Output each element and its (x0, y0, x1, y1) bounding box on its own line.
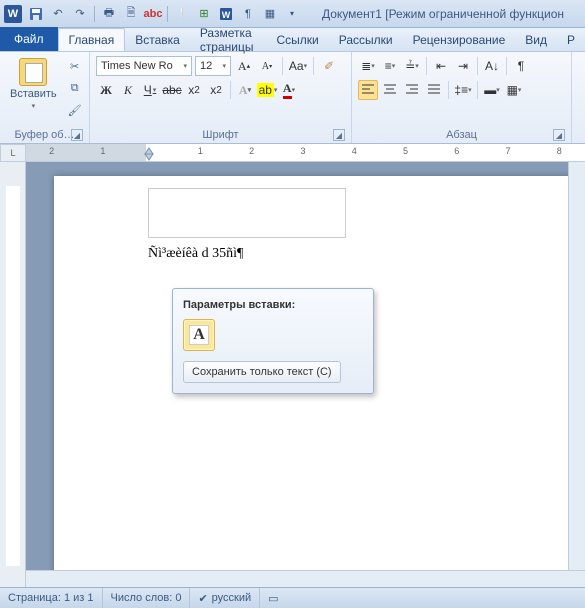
table-icon[interactable]: ▦ (260, 4, 280, 24)
numbering-icon[interactable]: ≡▾ (380, 56, 400, 76)
ribbon: Вставить ▾ ✂ ⧉ 🖌 Буфер об…◢ Times New Ro… (0, 52, 585, 144)
cut-icon[interactable]: ✂ (65, 56, 85, 76)
org-chart-icon[interactable]: ⊞ (194, 4, 214, 24)
paste-options-popup: Параметры вставки: A Сохранить только те… (172, 288, 374, 394)
status-word-count[interactable]: Число слов: 0 (103, 588, 191, 608)
line-spacing-icon[interactable]: ‡≡▾ (453, 80, 473, 100)
tab-extra[interactable]: Р (557, 28, 585, 51)
print-icon[interactable]: 🖶 (99, 4, 119, 24)
shrink-font-icon[interactable]: A▾ (257, 56, 277, 76)
tab-review[interactable]: Рецензирование (403, 28, 516, 51)
group-label-paragraph: Абзац◢ (358, 127, 565, 143)
bold-button[interactable]: Ж (96, 80, 116, 100)
strikethrough-icon[interactable]: abc (162, 80, 182, 100)
save-icon[interactable] (26, 4, 46, 24)
sort-icon[interactable]: A↓ (482, 56, 502, 76)
shading-icon[interactable]: ▬▾ (482, 80, 502, 100)
paste-option-keep-text[interactable]: A (183, 319, 215, 351)
underline-button[interactable]: Ч▾ (140, 80, 160, 100)
subscript-icon[interactable]: x2 (184, 80, 204, 100)
alert-icon[interactable]: ❕ (172, 4, 192, 24)
tab-mailings[interactable]: Рассылки (329, 28, 403, 51)
font-color-icon[interactable]: A▾ (279, 80, 299, 100)
tab-page-layout[interactable]: Разметка страницы (190, 28, 267, 51)
tab-references[interactable]: Ссылки (266, 28, 328, 51)
workspace: Ñì³æèíêà d 35ñì¶ Параметры вставки: A Со… (0, 162, 585, 587)
document-text[interactable]: Ñì³æèíêà d 35ñì¶ (148, 246, 346, 262)
group-label-font: Шрифт◢ (96, 127, 345, 143)
file-tab[interactable]: Файл (0, 27, 58, 51)
print-preview-icon[interactable]: 🗎 (121, 4, 141, 24)
spellcheck-icon[interactable]: abc (143, 4, 163, 24)
justify-icon[interactable] (424, 80, 444, 100)
format-painter-icon[interactable]: 🖌 (65, 100, 85, 120)
dialog-launcher-icon[interactable]: ◢ (71, 129, 83, 141)
italic-button[interactable]: К (118, 80, 138, 100)
group-clipboard: Вставить ▾ ✂ ⧉ 🖌 Буфер об…◢ (0, 52, 90, 143)
undo-icon[interactable]: ↶ (48, 4, 68, 24)
vertical-ruler[interactable] (0, 162, 26, 587)
increase-indent-icon[interactable]: ⇥ (453, 56, 473, 76)
show-marks-icon[interactable]: ¶ (511, 56, 531, 76)
tab-home[interactable]: Главная (58, 28, 126, 51)
text-effects-icon[interactable]: A▾ (235, 80, 255, 100)
word-doc-icon[interactable]: W (216, 4, 236, 24)
vertical-scrollbar[interactable] (568, 162, 585, 587)
bullets-icon[interactable]: ≣▾ (358, 56, 378, 76)
align-right-icon[interactable] (402, 80, 422, 100)
text-only-icon: A (189, 325, 209, 345)
tab-view[interactable]: Вид (515, 28, 557, 51)
paste-popup-title: Параметры вставки: (183, 299, 363, 311)
font-size-combo[interactable]: 12▾ (195, 56, 231, 76)
quick-access-toolbar: ↶ ↷ 🖶 🗎 abc ❕ ⊞ W ¶ ▦ ▾ (26, 4, 302, 24)
title-bar: W ↶ ↷ 🖶 🗎 abc ❕ ⊞ W ¶ ▦ ▾ Документ1 [Реж… (0, 0, 585, 28)
tab-insert[interactable]: Вставка (125, 28, 190, 51)
superscript-icon[interactable]: x2 (206, 80, 226, 100)
redo-icon[interactable]: ↷ (70, 4, 90, 24)
content-placeholder (148, 188, 346, 238)
ruler-row: L 2112345678 (0, 144, 585, 162)
paragraph-mark-icon[interactable]: ¶ (238, 4, 258, 24)
ruler-corner[interactable]: L (0, 144, 26, 162)
paste-button[interactable]: Вставить ▾ (6, 56, 61, 112)
change-case-icon[interactable]: Aa▾ (288, 56, 308, 76)
highlight-icon[interactable]: ab▾ (257, 80, 277, 100)
spellcheck-status-icon: ✔ (198, 592, 207, 605)
svg-text:W: W (222, 10, 231, 20)
clipboard-icon (19, 58, 47, 86)
dialog-launcher-icon[interactable]: ◢ (333, 129, 345, 141)
horizontal-scrollbar[interactable] (26, 570, 585, 587)
decrease-indent-icon[interactable]: ⇤ (431, 56, 451, 76)
page: Ñì³æèíêà d 35ñì¶ Параметры вставки: A Со… (54, 176, 585, 587)
qat-more-icon[interactable]: ▾ (282, 4, 302, 24)
clear-formatting-icon[interactable]: ✐ (319, 56, 339, 76)
align-left-icon[interactable] (358, 80, 378, 100)
ribbon-tabs: Файл Главная Вставка Разметка страницы С… (0, 28, 585, 52)
font-name-combo[interactable]: Times New Ro▾ (96, 56, 192, 76)
status-language[interactable]: ✔ русский (190, 588, 260, 608)
status-insert-mode[interactable]: ▭ (260, 588, 286, 608)
document-area[interactable]: Ñì³æèíêà d 35ñì¶ Параметры вставки: A Со… (26, 162, 585, 587)
status-page[interactable]: Страница: 1 из 1 (0, 588, 103, 608)
grow-font-icon[interactable]: A▴ (234, 56, 254, 76)
align-center-icon[interactable] (380, 80, 400, 100)
group-label-clipboard: Буфер об…◢ (6, 127, 83, 143)
borders-icon[interactable]: ▦▾ (504, 80, 524, 100)
status-bar: Страница: 1 из 1 Число слов: 0 ✔ русский… (0, 587, 585, 608)
app-icon: W (4, 5, 22, 23)
multilevel-list-icon[interactable]: ≟▾ (402, 56, 422, 76)
keep-text-only-button[interactable]: Сохранить только текст (С) (183, 361, 341, 383)
group-font: Times New Ro▾ 12▾ A▴ A▾ Aa▾ ✐ Ж К Ч▾ abc… (90, 52, 352, 143)
dialog-launcher-icon[interactable]: ◢ (553, 129, 565, 141)
window-title: Документ1 [Режим ограниченной функцион (322, 7, 564, 21)
copy-icon[interactable]: ⧉ (65, 78, 85, 98)
group-paragraph: ≣▾ ≡▾ ≟▾ ⇤ ⇥ A↓ ¶ ‡≡▾ ▬▾ ▦▾ (352, 52, 572, 143)
horizontal-ruler[interactable]: 2112345678 (26, 144, 585, 162)
insert-mode-icon: ▭ (268, 592, 278, 605)
